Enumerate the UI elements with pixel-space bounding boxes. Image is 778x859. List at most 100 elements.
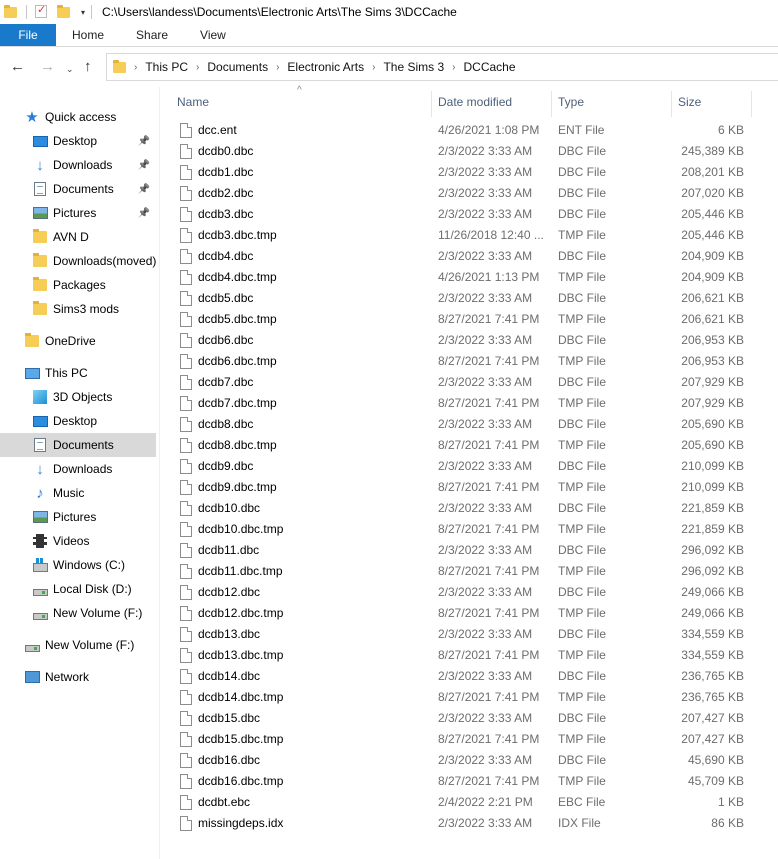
table-row[interactable]: dcdb7.dbc.tmp 8/27/2021 7:41 PM TMP File 20… [160, 393, 778, 414]
sidebar-item-this-pc[interactable]: This PC [0, 361, 156, 385]
sidebar-item-music[interactable]: ♪ Music [0, 481, 156, 505]
table-row[interactable]: dcdb1.dbc 2/3/2022 3:33 AM DBC File 208,201… [160, 162, 778, 183]
file-type: DBC File [558, 333, 607, 347]
sidebar-item-avn-d[interactable]: AVN D [0, 225, 156, 249]
table-row[interactable]: dcdb3.dbc 2/3/2022 3:33 AM DBC File 205,446… [160, 204, 778, 225]
table-row[interactable]: dcdb15.dbc.tmp 8/27/2021 7:41 PM TMP File 2… [160, 729, 778, 750]
sidebar-item-downloads-moved[interactable]: Downloads(moved) [0, 249, 156, 273]
table-row[interactable]: dcdb4.dbc.tmp 4/26/2021 1:13 PM TMP File 20… [160, 267, 778, 288]
sidebar-item-documents[interactable]: Documents [0, 433, 156, 457]
table-row[interactable]: dcdb15.dbc 2/3/2022 3:33 AM DBC File 207,42… [160, 708, 778, 729]
forward-button[interactable]: → [40, 57, 55, 77]
sidebar-item-documents[interactable]: Documents 📌 [0, 177, 156, 201]
file-type: DBC File [558, 753, 607, 767]
breadcrumb-the-sims-3[interactable]: The Sims 3 [383, 60, 444, 74]
chevron-right-icon[interactable]: › [372, 62, 375, 73]
file-name: dcdb11.dbc [198, 543, 260, 557]
table-row[interactable]: dcdb16.dbc.tmp 8/27/2021 7:41 PM TMP File 4… [160, 771, 778, 792]
table-row[interactable]: dcdb13.dbc 2/3/2022 3:33 AM DBC File 334,55… [160, 624, 778, 645]
sidebar-item-quick-access[interactable]: ★ Quick access [0, 105, 156, 129]
chevron-right-icon[interactable]: › [452, 62, 455, 73]
sidebar-item-packages[interactable]: Packages [0, 273, 156, 297]
table-row[interactable]: dcdb6.dbc.tmp 8/27/2021 7:41 PM TMP File 20… [160, 351, 778, 372]
table-row[interactable]: dcdb14.dbc 2/3/2022 3:33 AM DBC File 236,76… [160, 666, 778, 687]
table-row[interactable]: dcdb16.dbc 2/3/2022 3:33 AM DBC File 45,690… [160, 750, 778, 771]
file-icon [180, 543, 192, 558]
chevron-right-icon[interactable]: › [196, 62, 199, 73]
tab-view[interactable]: View [184, 24, 242, 46]
table-row[interactable]: dcdb3.dbc.tmp 11/26/2018 12:40 ... TMP Fil… [160, 225, 778, 246]
back-button[interactable]: ← [10, 57, 25, 77]
table-row[interactable]: missingdeps.idx 2/3/2022 3:33 AM IDX File 8… [160, 813, 778, 834]
table-row[interactable]: dcdb6.dbc 2/3/2022 3:33 AM DBC File 206,953… [160, 330, 778, 351]
customize-toolbar-dropdown[interactable]: ▾ [81, 8, 85, 17]
music-icon: ♪ [36, 484, 44, 502]
table-row[interactable]: dcdb7.dbc 2/3/2022 3:33 AM DBC File 207,929… [160, 372, 778, 393]
sidebar-item-3d-objects[interactable]: 3D Objects [0, 385, 156, 409]
table-row[interactable]: dcdb5.dbc 2/3/2022 3:33 AM DBC File 206,621… [160, 288, 778, 309]
sidebar-item-local-disk-d[interactable]: Local Disk (D:) [0, 577, 156, 601]
column-divider[interactable] [671, 91, 672, 117]
sidebar-item-sims3-mods[interactable]: Sims3 mods [0, 297, 156, 321]
tab-share[interactable]: Share [120, 24, 184, 46]
tab-file[interactable]: File [0, 24, 56, 46]
table-row[interactable]: dcc.ent 4/26/2021 1:08 PM ENT File 6 KB [160, 120, 778, 141]
sidebar-item-network[interactable]: Network [0, 665, 156, 689]
table-row[interactable]: dcdb5.dbc.tmp 8/27/2021 7:41 PM TMP File 20… [160, 309, 778, 330]
up-button[interactable]: ↑ [84, 57, 92, 77]
file-size: 245,389 KB [681, 144, 744, 158]
file-size: 296,092 KB [681, 564, 744, 578]
column-divider[interactable] [751, 91, 752, 117]
file-name: dcdb12.dbc [198, 585, 261, 599]
sidebar-item-pictures[interactable]: Pictures [0, 505, 156, 529]
sidebar-item-videos[interactable]: Videos [0, 529, 156, 553]
table-row[interactable]: dcdb14.dbc.tmp 8/27/2021 7:41 PM TMP File 2… [160, 687, 778, 708]
column-header-date[interactable]: Date modified [438, 87, 512, 117]
pin-icon: 📌 [137, 159, 150, 171]
table-row[interactable]: dcdb11.dbc.tmp 8/27/2021 7:41 PM TMP File 2… [160, 561, 778, 582]
sidebar-item-downloads[interactable]: ↓ Downloads 📌 [0, 153, 156, 177]
table-row[interactable]: dcdb10.dbc 2/3/2022 3:33 AM DBC File 221,85… [160, 498, 778, 519]
column-divider[interactable] [431, 91, 432, 117]
chevron-right-icon[interactable]: › [134, 62, 137, 73]
column-header-size[interactable]: Size [678, 87, 701, 117]
breadcrumb-electronic-arts[interactable]: Electronic Arts [287, 60, 364, 74]
column-divider[interactable] [551, 91, 552, 117]
breadcrumb-this-pc[interactable]: This PC [145, 60, 188, 74]
properties-icon[interactable] [35, 3, 51, 20]
tab-home[interactable]: Home [56, 24, 120, 46]
table-row[interactable]: dcdb9.dbc 2/3/2022 3:33 AM DBC File 210,099… [160, 456, 778, 477]
sidebar-item-downloads[interactable]: ↓ Downloads [0, 457, 156, 481]
file-size: 204,909 KB [681, 270, 744, 284]
table-row[interactable]: dcdbt.ebc 2/4/2022 2:21 PM EBC File 1 KB [160, 792, 778, 813]
file-date-modified: 11/26/2018 12:40 ... [438, 228, 544, 242]
file-size: 249,066 KB [681, 585, 744, 599]
file-icon [180, 207, 192, 222]
address-bar[interactable]: › This PC › Documents › Electronic Arts … [106, 53, 778, 81]
table-row[interactable]: dcdb11.dbc 2/3/2022 3:33 AM DBC File 296,09… [160, 540, 778, 561]
column-header-type[interactable]: Type [558, 87, 584, 117]
table-row[interactable]: dcdb0.dbc 2/3/2022 3:33 AM DBC File 245,389… [160, 141, 778, 162]
sidebar-item-desktop[interactable]: Desktop 📌 [0, 129, 156, 153]
new-folder-icon[interactable] [57, 4, 73, 20]
table-row[interactable]: dcdb2.dbc 2/3/2022 3:33 AM DBC File 207,020… [160, 183, 778, 204]
table-row[interactable]: dcdb12.dbc 2/3/2022 3:33 AM DBC File 249,06… [160, 582, 778, 603]
table-row[interactable]: dcdb10.dbc.tmp 8/27/2021 7:41 PM TMP File 2… [160, 519, 778, 540]
sidebar-item-desktop[interactable]: Desktop [0, 409, 156, 433]
sidebar-item-onedrive[interactable]: OneDrive [0, 329, 156, 353]
column-header-name[interactable]: Name [177, 87, 209, 117]
chevron-right-icon[interactable]: › [276, 62, 279, 73]
table-row[interactable]: dcdb8.dbc 2/3/2022 3:33 AM DBC File 205,690… [160, 414, 778, 435]
sidebar-item-windows-c[interactable]: Windows (C:) [0, 553, 156, 577]
table-row[interactable]: dcdb4.dbc 2/3/2022 3:33 AM DBC File 204,909… [160, 246, 778, 267]
sidebar-item-pictures[interactable]: Pictures 📌 [0, 201, 156, 225]
breadcrumb-dccache[interactable]: DCCache [464, 60, 516, 74]
table-row[interactable]: dcdb8.dbc.tmp 8/27/2021 7:41 PM TMP File 20… [160, 435, 778, 456]
recent-locations-dropdown[interactable]: ⌄ [66, 59, 74, 79]
sidebar-item-new-volume-f[interactable]: New Volume (F:) [0, 601, 156, 625]
table-row[interactable]: dcdb12.dbc.tmp 8/27/2021 7:41 PM TMP File 2… [160, 603, 778, 624]
table-row[interactable]: dcdb9.dbc.tmp 8/27/2021 7:41 PM TMP File 21… [160, 477, 778, 498]
breadcrumb-documents[interactable]: Documents [207, 60, 268, 74]
table-row[interactable]: dcdb13.dbc.tmp 8/27/2021 7:41 PM TMP File 3… [160, 645, 778, 666]
sidebar-item-new-volume-f[interactable]: New Volume (F:) [0, 633, 156, 657]
